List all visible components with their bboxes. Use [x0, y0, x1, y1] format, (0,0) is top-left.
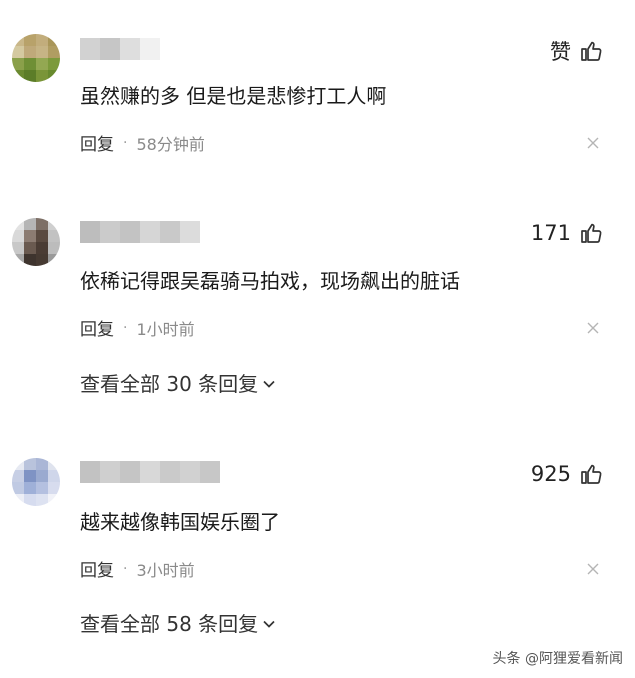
comment-text: 越来越像韩国娱乐圈了: [80, 510, 280, 534]
reply-button[interactable]: 回复: [80, 315, 114, 340]
like-count: 赞: [550, 40, 571, 64]
chevron-down-icon: [263, 380, 275, 388]
thumbs-up-icon: [581, 223, 602, 243]
username[interactable]: [80, 221, 200, 243]
separator-dot: ·: [123, 560, 128, 577]
separator-dot: ·: [123, 319, 128, 336]
view-all-replies-label: 查看全部 30 条回复: [80, 372, 259, 396]
username[interactable]: [80, 38, 160, 60]
view-all-replies-button[interactable]: 查看全部 30 条回复: [80, 368, 276, 397]
comment-time: 1小时前: [136, 319, 195, 339]
chevron-down-icon: [263, 620, 275, 628]
like-count: 171: [530, 221, 571, 245]
avatar[interactable]: [12, 218, 60, 266]
thumbs-up-icon: [581, 464, 602, 484]
comment-meta: 回复 · 1小时前: [80, 315, 195, 341]
separator-dot: ·: [123, 134, 128, 151]
comment-text: 虽然赚的多 但是也是悲惨打工人啊: [80, 84, 387, 108]
comment-time: 58分钟前: [136, 134, 205, 154]
like-button[interactable]: 171: [531, 221, 603, 245]
view-all-replies-label: 查看全部 58 条回复: [80, 612, 259, 636]
avatar[interactable]: [12, 458, 60, 506]
comment-meta: 回复 · 3小时前: [80, 556, 195, 582]
watermark: 头条 @阿狸爱看新闻: [492, 651, 623, 667]
like-button[interactable]: 赞: [550, 36, 603, 66]
avatar[interactable]: [12, 34, 60, 82]
like-button[interactable]: 925: [531, 462, 603, 486]
close-icon[interactable]: [587, 137, 599, 149]
close-icon[interactable]: [587, 322, 599, 334]
comment-time: 3小时前: [136, 560, 195, 580]
reply-button[interactable]: 回复: [80, 130, 114, 155]
username[interactable]: [80, 461, 220, 483]
close-icon[interactable]: [587, 563, 599, 575]
like-count: 925: [530, 462, 571, 486]
reply-button[interactable]: 回复: [80, 556, 114, 581]
comment-text: 依稀记得跟吴磊骑马拍戏，现场飙出的脏话: [80, 269, 460, 293]
thumbs-up-icon: [581, 41, 602, 61]
comment-meta: 回复 · 58分钟前: [80, 130, 205, 156]
view-all-replies-button[interactable]: 查看全部 58 条回复: [80, 608, 276, 637]
